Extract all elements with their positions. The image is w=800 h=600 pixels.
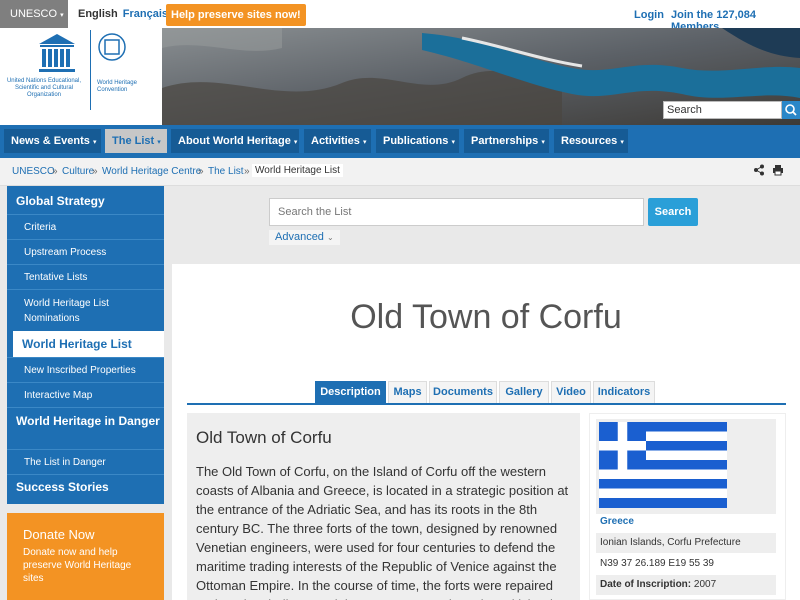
unesco-menu-button[interactable]: UNESCO ▾ (0, 0, 68, 28)
lang-french-link[interactable]: Français (123, 8, 168, 20)
tab-maps[interactable]: Maps (388, 381, 427, 403)
sidebar-item-global-strategy[interactable]: Global Strategy (7, 186, 164, 214)
inscription-value: 2007 (693, 579, 717, 590)
print-icon[interactable] (772, 164, 784, 176)
sidebar-item-heritage-in-danger[interactable]: World Heritage in Danger (7, 407, 164, 449)
sidebar-item-new-inscribed[interactable]: New Inscribed Properties (7, 357, 164, 382)
site-search-input[interactable]: Search (663, 101, 782, 119)
breadcrumb-current: World Heritage List (252, 164, 343, 177)
info-inscription-date: Date of Inscription: 2007 (596, 575, 776, 595)
list-search-button[interactable]: Search (648, 198, 698, 226)
info-region: Ionian Islands, Corfu Prefecture (596, 533, 776, 553)
share-icon[interactable] (753, 164, 765, 176)
breadcrumb-culture[interactable]: Culture (62, 166, 94, 177)
caret-down-icon: ▾ (293, 139, 298, 146)
unesco-logo-icon[interactable] (37, 32, 77, 76)
tab-documents[interactable]: Documents (429, 381, 497, 403)
tab-underline (187, 403, 786, 405)
breadcrumb-unesco[interactable]: UNESCO (12, 166, 55, 177)
caret-down-icon: ▾ (362, 139, 367, 146)
caret-down-icon: ▾ (60, 12, 64, 19)
tab-description[interactable]: Description (315, 381, 386, 403)
list-search-input[interactable]: Search the List (269, 198, 644, 226)
nav-about-world-heritage[interactable]: About World Heritage ▾ (171, 129, 299, 153)
breadcrumb-whc[interactable]: World Heritage Centre (102, 166, 201, 177)
description-title: Old Town of Corfu (196, 428, 332, 447)
sidebar-item-criteria[interactable]: Criteria (7, 214, 164, 239)
donate-description: Donate now and help preserve World Herit… (23, 547, 132, 584)
breadcrumb: UNESCO » Culture » World Heritage Centre… (0, 158, 800, 186)
caret-down-icon: ▾ (620, 139, 624, 146)
caret-down-icon: ▾ (541, 139, 545, 146)
advanced-label: Advanced (275, 231, 324, 243)
nav-partnerships[interactable]: Partnerships ▾ (464, 129, 549, 153)
nav-label: Publications (383, 135, 449, 147)
sidebar-item-success-stories[interactable]: Success Stories (7, 474, 164, 504)
caret-down-icon: ▾ (92, 139, 97, 146)
nav-publications[interactable]: Publications ▾ (376, 129, 459, 153)
main-nav: News & Events ▾ The List ▾ About World H… (0, 125, 800, 158)
advanced-search-toggle[interactable]: Advanced ⌄ (269, 230, 340, 245)
sidebar-item-upstream-process[interactable]: Upstream Process (7, 239, 164, 264)
nav-news-events[interactable]: News & Events ▾ (4, 129, 101, 153)
inscription-label: Date of Inscription: (600, 579, 692, 590)
description-text: The Old Town of Corfu, on the Island of … (196, 464, 569, 600)
info-coordinates: N39 37 26.189 E19 55 39 (600, 558, 714, 569)
breadcrumb-separator: » (244, 166, 250, 177)
chevron-down-icon: ⌄ (327, 233, 334, 242)
caret-down-icon: ▾ (451, 139, 455, 146)
tab-video[interactable]: Video (551, 381, 591, 403)
unesco-logo-text: United Nations Educational, Scientific a… (6, 78, 82, 98)
nav-activities[interactable]: Activities ▾ (304, 129, 371, 153)
sidebar-item-interactive-map[interactable]: Interactive Map (7, 382, 164, 407)
top-bar: UNESCO ▾ English Français Help preserve … (0, 0, 800, 33)
login-link[interactable]: Login (634, 9, 664, 21)
sidebar-item-tentative-lists[interactable]: Tentative Lists (7, 264, 164, 289)
sidebar: Global Strategy Criteria Upstream Proces… (7, 186, 164, 504)
tab-indicators[interactable]: Indicators (593, 381, 655, 403)
breadcrumb-the-list[interactable]: The List (208, 166, 244, 177)
nav-label: Activities (311, 135, 360, 147)
nav-label: News & Events (11, 135, 90, 147)
whc-logo-text: World Heritage Convention (97, 80, 137, 93)
greece-flag-icon (599, 422, 727, 508)
breadcrumb-separator: » (198, 166, 204, 177)
nav-resources[interactable]: Resources ▾ (554, 129, 628, 153)
donate-box[interactable]: Donate Now Donate now and help preserve … (7, 513, 164, 600)
nav-the-list[interactable]: The List ▾ (105, 129, 167, 153)
help-preserve-button[interactable]: Help preserve sites now! (166, 4, 306, 26)
nav-label: About World Heritage (178, 135, 291, 147)
donate-title: Donate Now (23, 527, 95, 542)
sidebar-item-nominations[interactable]: World Heritage List Nominations (7, 289, 164, 330)
unesco-menu-label: UNESCO (10, 8, 58, 20)
info-country-link[interactable]: Greece (600, 516, 634, 527)
page-title: Old Town of Corfu (350, 298, 622, 336)
logo-area: United Nations Educational, Scientific a… (0, 28, 162, 125)
nav-label: Partnerships (471, 135, 539, 147)
tab-gallery[interactable]: Gallery (499, 381, 549, 403)
breadcrumb-separator: » (92, 166, 98, 177)
sidebar-item-world-heritage-list[interactable]: World Heritage List (13, 331, 164, 357)
breadcrumb-separator: » (52, 166, 58, 177)
caret-down-icon: ▾ (157, 139, 161, 146)
lang-english-link[interactable]: English (78, 8, 118, 20)
world-heritage-emblem-icon[interactable] (97, 32, 127, 62)
language-switcher: English Français (78, 8, 168, 20)
nav-label: The List (112, 135, 155, 147)
search-icon (785, 104, 797, 116)
site-search-button[interactable] (782, 101, 800, 119)
sidebar-item-list-in-danger[interactable]: The List in Danger (7, 449, 164, 474)
logo-divider (90, 30, 91, 110)
nav-label: Resources (561, 135, 618, 147)
